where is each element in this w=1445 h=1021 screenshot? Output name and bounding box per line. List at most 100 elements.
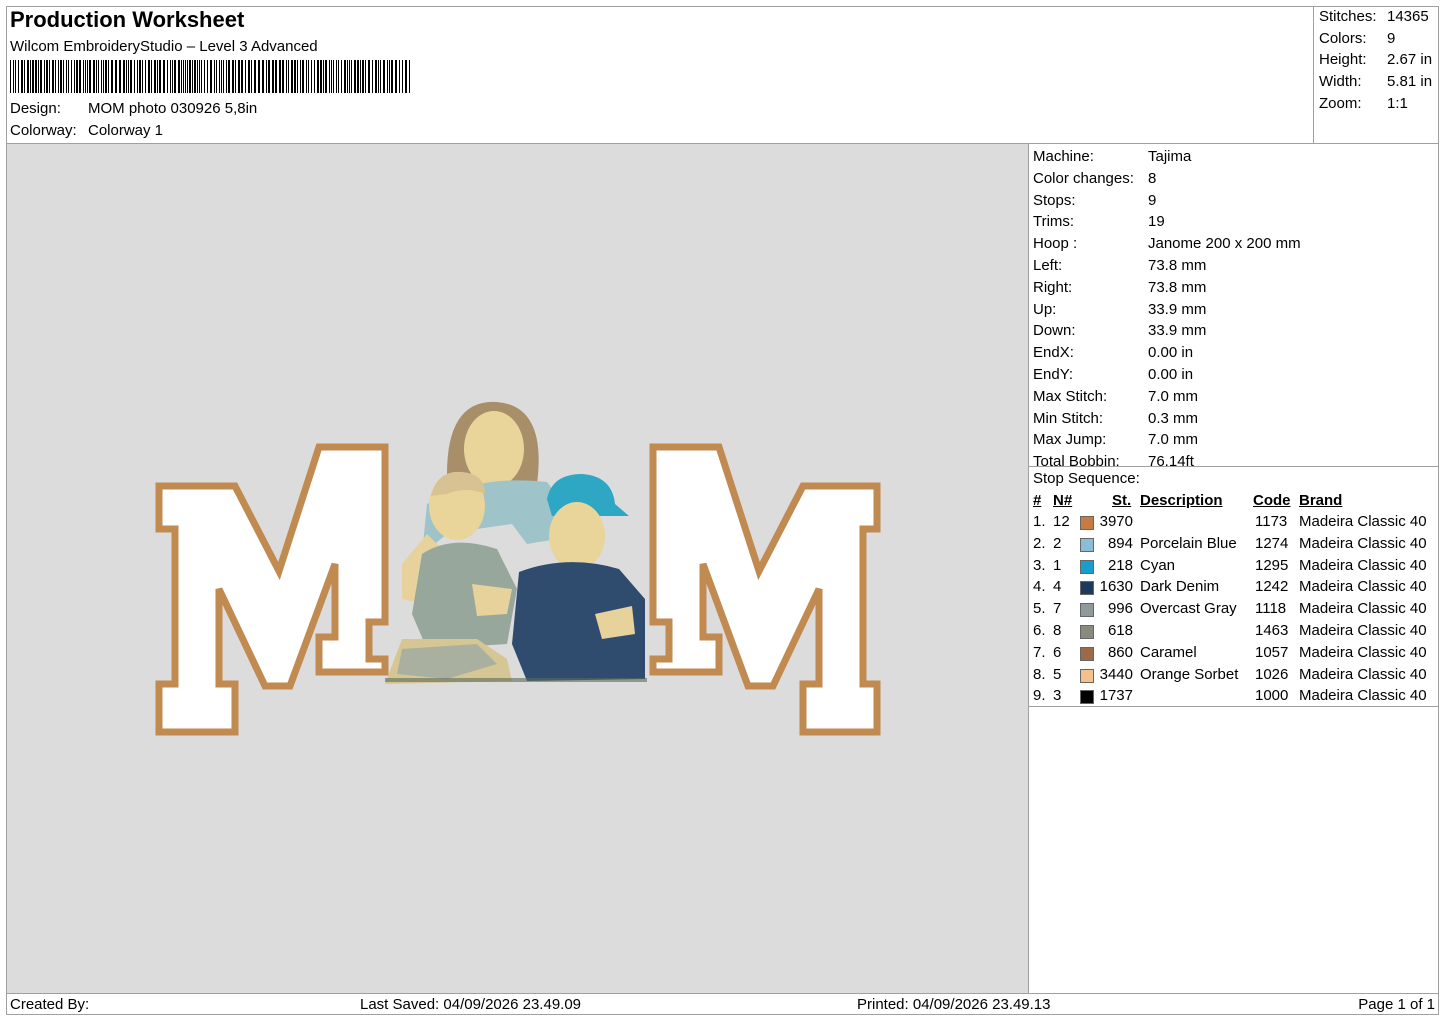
barcode-bar bbox=[219, 60, 220, 93]
barcode-bar bbox=[52, 60, 54, 93]
barcode-bar bbox=[63, 60, 64, 93]
barcode-bar bbox=[15, 60, 16, 93]
barcode-bar bbox=[181, 60, 182, 93]
barcode-bar bbox=[139, 60, 141, 93]
cell-n: 12 bbox=[1053, 513, 1070, 530]
machine-label: Max Jump: bbox=[1033, 431, 1107, 449]
barcode-bar bbox=[235, 60, 236, 93]
cell-brand: Madeira Classic 40 bbox=[1299, 643, 1427, 661]
barcode-bar bbox=[228, 60, 230, 93]
color-swatch bbox=[1080, 690, 1094, 705]
barcode-bar bbox=[194, 60, 196, 93]
machine-label: Up: bbox=[1033, 300, 1057, 318]
barcode-bar bbox=[214, 60, 215, 93]
barcode-bar bbox=[40, 60, 42, 93]
cell-st: 894 bbox=[1107, 534, 1133, 552]
barcode-bar bbox=[308, 60, 309, 93]
barcode-bar bbox=[344, 60, 346, 93]
machine-value: 0.00 in bbox=[1148, 344, 1194, 362]
cell-num: 2. bbox=[1033, 534, 1046, 552]
letter-m-right bbox=[649, 443, 881, 736]
machine-value: 7.0 mm bbox=[1148, 387, 1199, 405]
barcode-bar bbox=[21, 60, 23, 93]
cell-n: 6 bbox=[1053, 643, 1062, 661]
barcode-image bbox=[10, 60, 410, 93]
barcode-bar bbox=[157, 60, 158, 93]
machine-label: Trims: bbox=[1033, 213, 1075, 231]
barcode-bar bbox=[221, 60, 222, 93]
machine-value: 7.0 mm bbox=[1148, 431, 1199, 449]
barcode-bar bbox=[137, 60, 138, 93]
header-divider bbox=[1313, 6, 1314, 143]
barcode-bar bbox=[197, 60, 198, 93]
cell-st: 3440 bbox=[1099, 665, 1133, 683]
cell-code: 1274 bbox=[1255, 534, 1289, 552]
barcode-bar bbox=[89, 60, 91, 93]
barcode-bar bbox=[108, 60, 109, 93]
barcode-bar bbox=[297, 60, 298, 93]
barcode-bar bbox=[357, 60, 359, 93]
cell-code: 1000 bbox=[1255, 687, 1289, 705]
barcode-bar bbox=[145, 60, 146, 93]
barcode-bar bbox=[119, 60, 121, 93]
barcode-bar bbox=[187, 60, 188, 93]
stat-value: 5.81 in bbox=[1387, 73, 1433, 90]
barcode-bar bbox=[399, 60, 400, 93]
design-label: Design: bbox=[10, 100, 61, 117]
cell-code: 1295 bbox=[1255, 556, 1289, 574]
barcode-bar bbox=[409, 60, 410, 93]
barcode-bar bbox=[49, 60, 50, 93]
barcode-bar bbox=[294, 60, 296, 93]
barcode-bar bbox=[241, 60, 243, 93]
barcode-bar bbox=[185, 60, 186, 93]
machine-info-panel: Machine: Tajima Color changes: 8 Stops: 9 Trim… bbox=[1028, 143, 1439, 994]
cell-st: 1737 bbox=[1099, 687, 1133, 705]
barcode-bar bbox=[18, 60, 19, 93]
stat-label: Height: bbox=[1319, 51, 1367, 68]
cell-brand: Madeira Classic 40 bbox=[1299, 513, 1427, 530]
machine-value: 9 bbox=[1148, 191, 1157, 209]
barcode-bar bbox=[204, 60, 205, 93]
machine-label: EndX: bbox=[1033, 344, 1074, 362]
machine-label: Hoop : bbox=[1033, 235, 1078, 253]
software-subtitle: Wilcom EmbroideryStudio – Level 3 Advanc… bbox=[10, 38, 318, 55]
barcode-bar bbox=[226, 60, 227, 93]
barcode-bar bbox=[174, 60, 176, 93]
cell-num: 8. bbox=[1033, 665, 1046, 683]
barcode-bar bbox=[223, 60, 224, 93]
table-row: 3. 1 218 Cyan 1295 Madeira Classic 40 bbox=[1029, 557, 1438, 579]
barcode-bar bbox=[192, 60, 193, 93]
cell-code: 1463 bbox=[1255, 622, 1289, 639]
cell-st: 1630 bbox=[1099, 578, 1133, 596]
barcode-bar bbox=[306, 60, 307, 93]
barcode-bar bbox=[210, 60, 212, 93]
barcode-bar bbox=[254, 60, 256, 93]
cell-st: 218 bbox=[1107, 556, 1133, 574]
barcode-bar bbox=[395, 60, 397, 93]
barcode-bar bbox=[320, 60, 322, 93]
barcode-bar bbox=[282, 60, 284, 93]
barcode-bar bbox=[126, 60, 127, 93]
machine-value: Tajima bbox=[1148, 148, 1192, 165]
printed-date: Printed: 04/09/2026 23.49.13 bbox=[857, 996, 1051, 1013]
cell-n: 1 bbox=[1053, 556, 1062, 574]
barcode-bar bbox=[207, 60, 208, 93]
barcode-bar bbox=[154, 60, 156, 93]
cell-num: 5. bbox=[1033, 600, 1046, 618]
barcode-bar bbox=[262, 60, 264, 93]
barcode-bar bbox=[362, 60, 364, 93]
barcode-bar bbox=[365, 60, 366, 93]
cell-code: 1057 bbox=[1255, 643, 1289, 661]
table-row: 4. 4 1630 Dark Denim 1242 Madeira Classic 40 bbox=[1029, 578, 1438, 600]
cell-n: 8 bbox=[1053, 622, 1062, 639]
col-header-code: Code bbox=[1253, 492, 1291, 509]
barcode-bar bbox=[317, 60, 319, 93]
color-swatch bbox=[1080, 603, 1094, 618]
cell-code: 1118 bbox=[1255, 600, 1287, 618]
cell-brand: Madeira Classic 40 bbox=[1299, 622, 1427, 639]
barcode-bar bbox=[387, 60, 388, 93]
barcode-bar bbox=[35, 60, 37, 93]
barcode-bar bbox=[159, 60, 161, 93]
machine-label: Down: bbox=[1033, 322, 1076, 340]
barcode-bar bbox=[333, 60, 334, 93]
